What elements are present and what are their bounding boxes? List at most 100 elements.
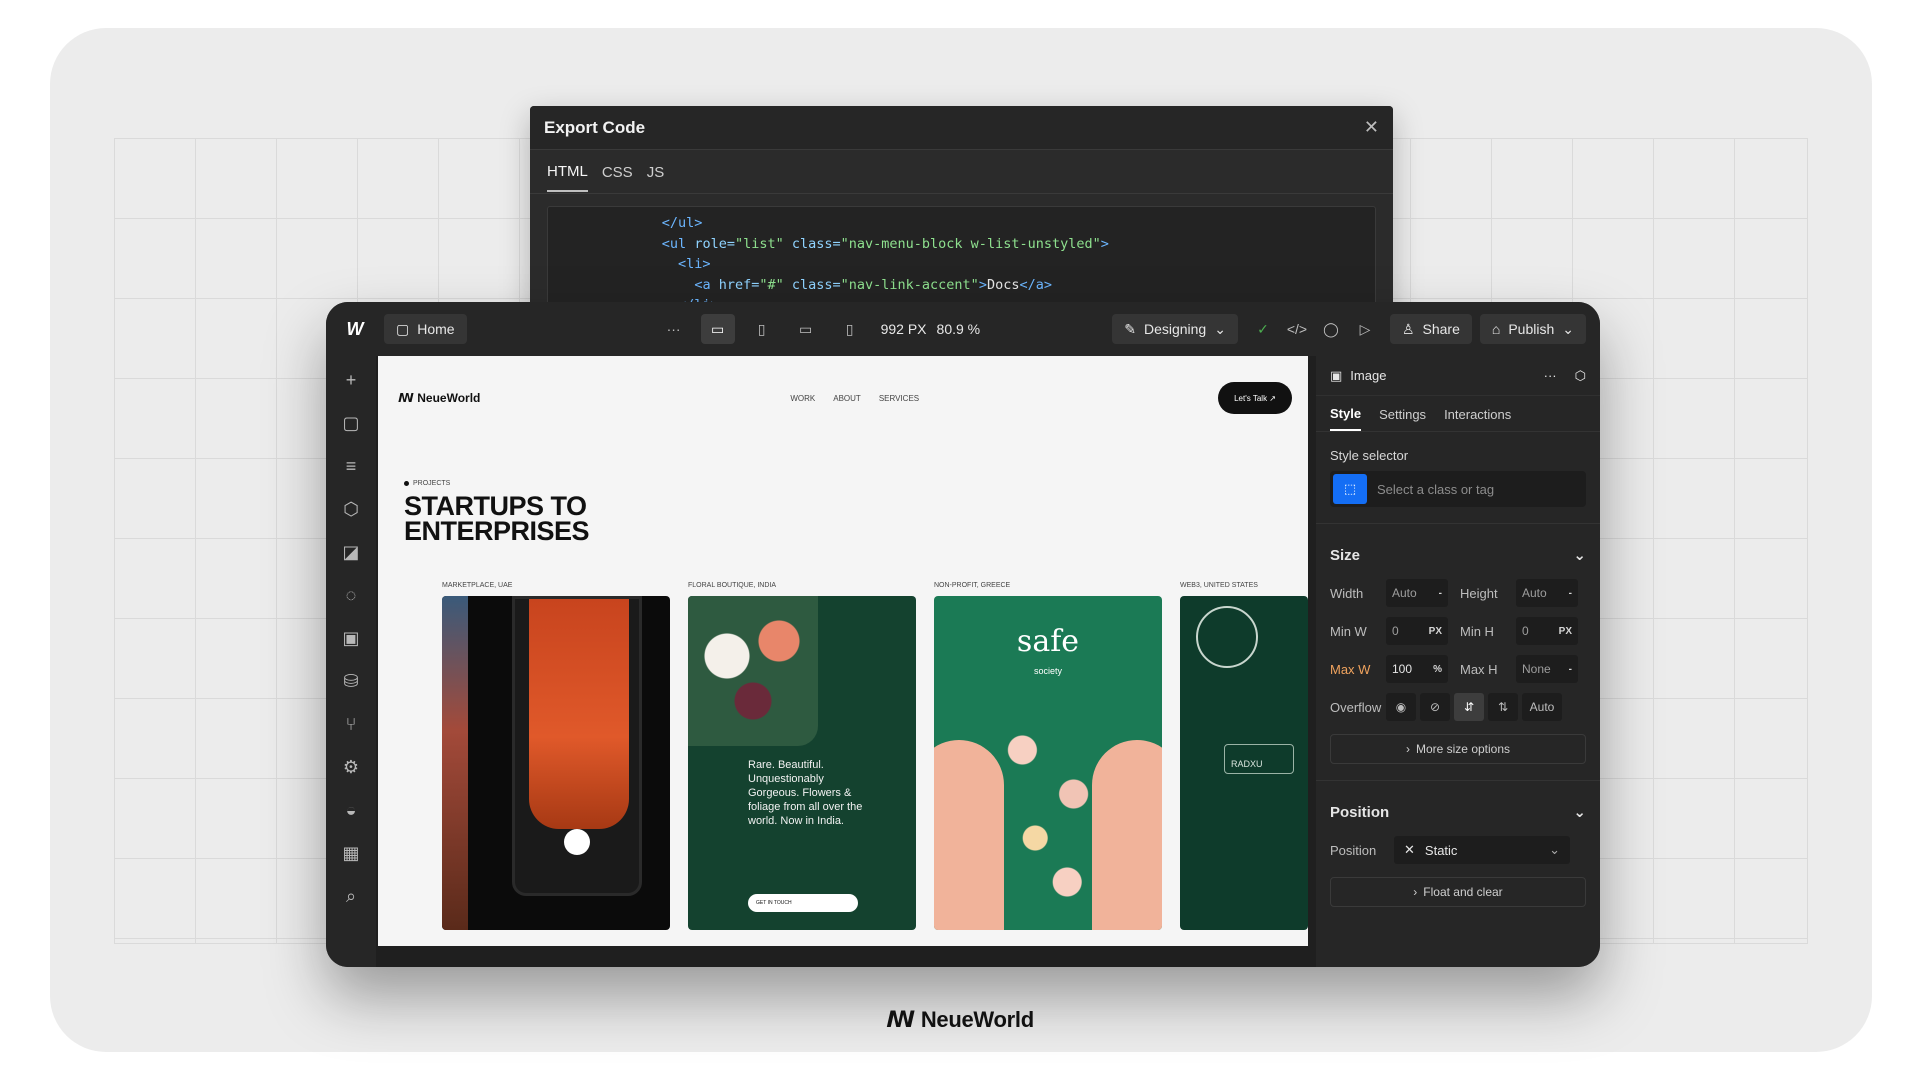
safe-brand-sub: society (1033, 666, 1062, 676)
site-link-work[interactable]: WORK (790, 394, 815, 403)
min-height-unit[interactable]: PX (1559, 626, 1572, 637)
position-section-header[interactable]: Position ⌄ (1316, 780, 1600, 831)
position-select[interactable]: ✕ Static ⌄ (1394, 836, 1570, 864)
float-clear-label: Float and clear (1423, 885, 1503, 899)
code-line: <ul role="list" class="nav-menu-block w-… (661, 235, 1109, 252)
size-row: Min W 0 PX Min H 0 PX (1316, 612, 1600, 650)
design-canvas[interactable]: ꟿ NeueWorld WORK ABOUT SERVICES Let's Ta… (378, 356, 1308, 946)
tab-interactions[interactable]: Interactions (1444, 397, 1511, 430)
project-caption: MARKETPLACE, UAE (442, 582, 513, 589)
max-width-unit[interactable]: % (1433, 664, 1442, 675)
style-selector-input[interactable]: ⬚ Select a class or tag (1330, 471, 1586, 507)
export-title: Export Code (544, 117, 646, 137)
code-line: </ul> (661, 215, 703, 231)
project-caption: WEB3, UNITED STATES (1180, 582, 1258, 589)
max-height-input[interactable]: None - (1516, 655, 1578, 683)
share-label: Share (1422, 321, 1460, 337)
overflow-clip-icon[interactable]: ⇅ (1488, 693, 1518, 721)
tab-css[interactable]: CSS (602, 152, 633, 191)
min-width-input[interactable]: 0 PX (1386, 617, 1448, 645)
style-panel: ▣ Image ··· ⬡ Style Settings Interaction… (1316, 356, 1600, 967)
assets-icon[interactable]: ▣ (336, 624, 366, 653)
phone-mockup (512, 596, 642, 896)
site-link-about[interactable]: ABOUT (833, 394, 861, 403)
page-icon: ▢ (396, 320, 410, 337)
code-line: <a href="#" class="nav-link-accent">Docs… (694, 276, 1052, 293)
tab-style[interactable]: Style (1330, 396, 1362, 431)
cube-icon[interactable]: ⬡ (1575, 368, 1586, 384)
tab-settings[interactable]: Settings (1379, 397, 1426, 430)
clear-icon[interactable]: ✕ (1404, 842, 1415, 858)
project-card-web3[interactable]: RADXU (1180, 596, 1308, 930)
lets-talk-button[interactable]: Let's Talk ↗ (1218, 382, 1292, 414)
left-sidebar: + ▢ ≡ ⬡ ◪ ◌ ▣ ⛁ ⑂ ⚙ ◒ ▦ ⌕ (326, 356, 376, 967)
more-size-options-button[interactable]: › More size options (1330, 734, 1586, 764)
styles-icon[interactable]: ◪ (336, 538, 366, 567)
max-height-value: None (1522, 662, 1551, 676)
project-card-nonprofit[interactable]: safe society (934, 596, 1162, 930)
zoom-readout: 80.9 % (936, 321, 981, 337)
product-image (529, 599, 629, 829)
position-label: Position (1330, 842, 1377, 858)
logic-icon[interactable]: ⑂ (336, 710, 366, 739)
site-link-services[interactable]: SERVICES (879, 394, 919, 403)
more-icon[interactable]: ··· (657, 314, 691, 344)
more-icon[interactable]: ··· (1544, 368, 1557, 383)
search-icon[interactable]: ⌕ (336, 882, 366, 911)
position-title: Position (1330, 803, 1390, 821)
mobile-portrait-icon[interactable]: ▯ (833, 314, 867, 344)
hero-heading: STARTUPS TO ENTERPRISES (404, 491, 590, 546)
components-icon[interactable]: ⬡ (336, 495, 366, 524)
tab-js[interactable]: JS (647, 152, 665, 191)
site-logo[interactable]: ꟿ NeueWorld (398, 391, 480, 405)
get-in-touch-button: GET IN TOUCH (748, 894, 858, 912)
ecommerce-icon[interactable]: ◒ (336, 796, 366, 825)
height-input[interactable]: Auto - (1516, 579, 1578, 607)
project-card-marketplace[interactable] (442, 596, 670, 930)
max-width-value: 100 (1392, 662, 1413, 676)
size-section-header[interactable]: Size ⌄ (1316, 523, 1600, 574)
overflow-scroll-icon[interactable]: ⇵ (1454, 693, 1484, 721)
close-icon[interactable]: ✕ (1364, 117, 1379, 138)
mode-dropdown[interactable]: ✎ Designing ⌄ (1112, 314, 1238, 344)
pages-icon[interactable]: ▢ (336, 409, 366, 438)
width-input[interactable]: Auto - (1386, 579, 1448, 607)
max-width-input[interactable]: 100% (1386, 655, 1448, 683)
apps-icon[interactable]: ▦ (336, 839, 366, 868)
overflow-hidden-icon[interactable]: ⊘ (1420, 693, 1450, 721)
overflow-auto-button[interactable]: Auto (1522, 693, 1562, 721)
check-circle-icon[interactable]: ✓ (1246, 314, 1280, 344)
max-height-label: Max H (1460, 661, 1498, 677)
navigator-icon[interactable]: ≡ (336, 452, 366, 481)
tablet-breakpoint-icon[interactable]: ▯ (745, 314, 779, 344)
desktop-breakpoint-icon[interactable]: ▭ (700, 314, 735, 344)
share-button[interactable]: ♙ Share (1389, 314, 1472, 344)
projects-eyebrow: PROJECTS (404, 480, 450, 487)
position-value: Static (1424, 842, 1458, 858)
rocket-icon: ⌂ (1491, 321, 1501, 337)
project-card-floral[interactable]: Rare. Beautiful. Unquestionably Gorgeous… (688, 596, 916, 930)
site-navbar: ꟿ NeueWorld WORK ABOUT SERVICES Let's Ta… (398, 382, 1292, 414)
site-links: WORK ABOUT SERVICES (790, 394, 919, 403)
float-and-clear-button[interactable]: › Float and clear (1330, 877, 1586, 907)
webflow-logo-icon[interactable]: W (340, 314, 370, 344)
export-tabs: HTML CSS JS (530, 150, 1393, 194)
min-width-unit[interactable]: PX (1429, 626, 1442, 637)
code-icon[interactable]: </> (1280, 314, 1314, 344)
variables-icon[interactable]: ◌ (336, 581, 366, 610)
designer-window: W ▢ Home ··· ▭ ▯ ▭ ▯ 992 PX 80.9 % ✎ Des… (326, 302, 1600, 967)
comment-icon[interactable]: ◯ (1314, 314, 1348, 344)
cms-icon[interactable]: ⛁ (336, 667, 366, 696)
page-selector-button[interactable]: ▢ Home (384, 314, 467, 344)
mobile-landscape-icon[interactable]: ▭ (789, 314, 823, 344)
add-icon[interactable]: + (336, 366, 366, 395)
publish-button[interactable]: ⌂ Publish ⌄ (1479, 314, 1586, 344)
min-height-input[interactable]: 0 PX (1516, 617, 1578, 645)
users-icon[interactable]: ⚙ (336, 753, 366, 782)
code-line: <li> (678, 256, 711, 272)
play-icon[interactable]: ▷ (1348, 314, 1382, 344)
tab-html[interactable]: HTML (547, 151, 588, 192)
overflow-visible-icon[interactable]: ◉ (1386, 693, 1416, 721)
page-name: Home (417, 321, 455, 337)
overflow-row: Overflow ◉ ⊘ ⇵ ⇅ Auto (1316, 688, 1600, 726)
